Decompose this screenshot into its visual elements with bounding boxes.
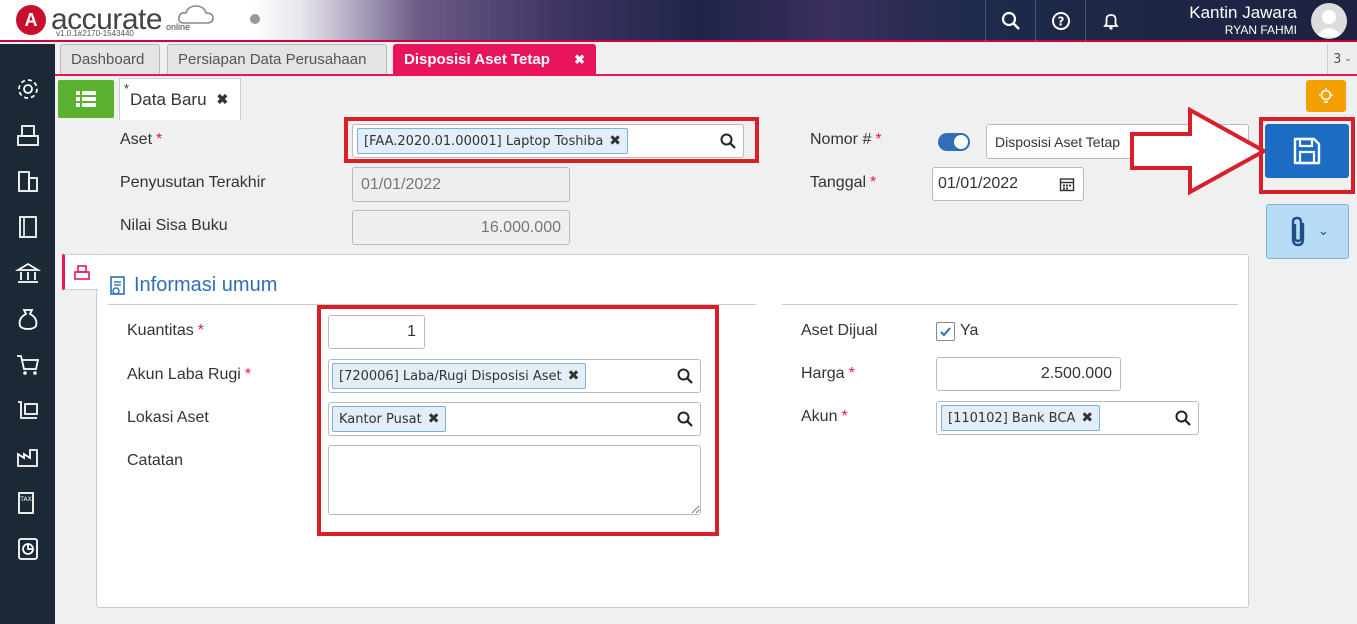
remove-chip-icon[interactable]: ✖ xyxy=(1081,410,1093,426)
sidebar-item-payment[interactable] xyxy=(13,304,43,334)
check-icon xyxy=(940,327,951,337)
bell-icon xyxy=(1102,14,1119,30)
help-button[interactable]: ? xyxy=(1035,0,1085,42)
inventory-icon xyxy=(18,401,38,419)
auto-number-toggle[interactable] xyxy=(938,133,970,151)
penyusutan-label: Penyusutan Terakhir xyxy=(120,174,266,191)
sidebar-item-sales[interactable] xyxy=(13,120,43,150)
catatan-label: Catatan xyxy=(127,452,184,469)
sidebar-item-purchase[interactable] xyxy=(13,350,43,380)
tabs-count-dropdown[interactable]: 3 ⌄ xyxy=(1327,44,1357,74)
search-icon xyxy=(1001,11,1020,30)
unsaved-mark: * xyxy=(124,81,130,96)
user-icon xyxy=(1316,10,1342,37)
help-icon: ? xyxy=(1051,12,1070,30)
logo-online: online xyxy=(166,22,191,32)
search-button[interactable] xyxy=(985,0,1035,42)
sidebar-item-assets[interactable] xyxy=(13,442,43,472)
subtab-data-baru[interactable]: * Data Baru ✖ xyxy=(119,78,241,120)
arrow-annotation-icon xyxy=(1130,106,1268,196)
tab-disposisi[interactable]: Disposisi Aset Tetap ✖ xyxy=(393,44,596,74)
attachment-button[interactable]: ⌄ xyxy=(1266,204,1349,259)
panel-tab-info[interactable] xyxy=(62,254,98,290)
close-icon[interactable]: ✖ xyxy=(574,52,585,68)
search-icon[interactable] xyxy=(1174,409,1192,427)
aset-dijual-label: Aset Dijual xyxy=(801,322,878,339)
harga-field[interactable]: 2.500.000 xyxy=(936,357,1121,391)
nilai-label: Nilai Sisa Buku xyxy=(120,217,228,234)
paperclip-icon xyxy=(1291,216,1305,246)
tab-underline xyxy=(55,74,1357,76)
gear-icon xyxy=(18,79,38,99)
akun-laba-rugi-label: Akun Laba Rugi * xyxy=(127,366,252,383)
section-title: Informasi umum xyxy=(108,274,277,297)
svg-text:?: ? xyxy=(1057,15,1064,29)
tax-icon: TAX xyxy=(18,492,34,514)
logo-mark-icon: A xyxy=(16,5,46,35)
sidebar: TAX xyxy=(0,44,55,624)
highlight-box-info xyxy=(317,305,719,536)
building-icon xyxy=(18,171,38,192)
tab-label: Dashboard xyxy=(71,51,145,68)
aset-label: Aset * xyxy=(120,131,163,148)
tab-label: Disposisi Aset Tetap xyxy=(404,51,550,68)
tabs-count: 3 xyxy=(1333,51,1342,67)
sidebar-item-company[interactable] xyxy=(13,166,43,196)
sidebar-item-tax[interactable]: TAX xyxy=(13,488,43,518)
user-name: RYAN FAHMI xyxy=(1224,23,1297,37)
register-icon xyxy=(17,125,39,146)
sidebar-item-ledger[interactable] xyxy=(13,212,43,242)
aset-dijual-value: Ya xyxy=(960,322,979,339)
list-icon xyxy=(76,91,96,107)
highlight-box-aset xyxy=(344,117,759,163)
factory-icon xyxy=(17,449,38,467)
tanggal-label: Tanggal * xyxy=(810,174,877,191)
lokasi-aset-label: Lokasi Aset xyxy=(127,409,209,426)
company-name: Kantin Jawara xyxy=(1189,3,1297,22)
list-view-button[interactable] xyxy=(58,80,114,118)
tab-dashboard[interactable]: Dashboard xyxy=(60,44,160,74)
sidebar-item-reports[interactable] xyxy=(13,534,43,564)
subtab-label: Data Baru xyxy=(130,89,207,109)
sidebar-item-inventory[interactable] xyxy=(13,396,43,426)
version-text: v1.0.1#2170-1543440 xyxy=(56,29,134,38)
money-bag-icon xyxy=(18,309,38,330)
akun-field[interactable]: [110102] Bank BCA ✖ xyxy=(936,401,1199,435)
sidebar-item-settings[interactable] xyxy=(13,74,43,104)
svg-text:TAX: TAX xyxy=(19,496,31,503)
chevron-down-icon: ⌄ xyxy=(1318,224,1329,239)
tips-button[interactable] xyxy=(1306,80,1346,112)
book-icon xyxy=(19,216,37,238)
top-bar: A accurate online v1.0.1#2170-1543440 ? … xyxy=(0,0,1357,42)
aset-dijual-checkbox[interactable] xyxy=(936,322,955,341)
register-icon xyxy=(73,265,90,280)
akun-label: Akun * xyxy=(801,408,848,425)
calendar-icon[interactable] xyxy=(1059,176,1075,192)
penyusutan-field: 01/01/2022 xyxy=(352,167,570,202)
nilai-field: 16.000.000 xyxy=(352,210,570,245)
cart-icon xyxy=(17,355,40,375)
status-dot xyxy=(250,14,260,24)
tab-persiapan[interactable]: Persiapan Data Perusahaan xyxy=(167,44,387,74)
report-icon xyxy=(18,538,38,560)
highlight-box-save xyxy=(1259,117,1355,194)
user-info[interactable]: Kantin Jawara RYAN FAHMI xyxy=(1189,3,1297,37)
akun-chip: [110102] Bank BCA ✖ xyxy=(941,405,1101,431)
nomor-label: Nomor # * xyxy=(810,131,882,148)
close-icon[interactable]: ✖ xyxy=(217,91,229,108)
divider xyxy=(782,304,1238,305)
kuantitas-label: Kuantitas * xyxy=(127,322,204,339)
notification-button[interactable] xyxy=(1085,0,1135,42)
chevron-down-icon: ⌄ xyxy=(1344,54,1352,64)
bulb-icon xyxy=(1319,88,1333,103)
tab-label: Persiapan Data Perusahaan xyxy=(178,51,367,68)
harga-label: Harga * xyxy=(801,365,855,382)
tanggal-field[interactable]: 01/01/2022 xyxy=(932,167,1084,201)
avatar[interactable] xyxy=(1311,3,1347,39)
document-icon xyxy=(110,275,125,295)
tab-bar: Dashboard Persiapan Data Perusahaan Disp… xyxy=(55,44,1357,74)
bank-icon xyxy=(15,262,41,283)
sidebar-item-bank[interactable] xyxy=(13,258,43,288)
